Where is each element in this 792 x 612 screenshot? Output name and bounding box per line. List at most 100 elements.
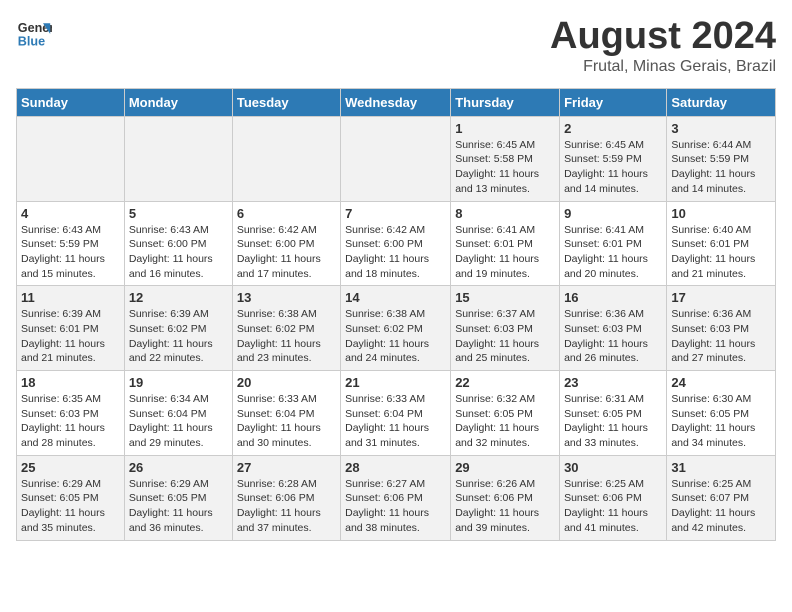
day-cell: 1Sunrise: 6:45 AM Sunset: 5:58 PM Daylig… xyxy=(451,116,560,201)
day-cell: 13 Sunrise: 6:38 AM Sunset: 6:02 PM Dayli… xyxy=(232,286,340,371)
logo: General Blue xyxy=(16,16,52,52)
day-number: 22 xyxy=(455,375,555,390)
day-number: 30 xyxy=(564,460,662,475)
week-row-1: 1Sunrise: 6:45 AM Sunset: 5:58 PM Daylig… xyxy=(17,116,776,201)
day-info: Sunrise: 6:38 AM Sunset: 6:02 PM Dayligh… xyxy=(237,307,336,366)
calendar-subtitle: Frutal, Minas Gerais, Brazil xyxy=(550,58,776,76)
day-info: Sunrise: 6:32 AM Sunset: 6:05 PM Dayligh… xyxy=(455,392,555,451)
day-info: Sunrise: 6:25 AM Sunset: 6:07 PM Dayligh… xyxy=(671,477,771,536)
header-day-monday: Monday xyxy=(124,88,232,116)
week-row-4: 18 Sunrise: 6:35 AM Sunset: 6:03 PM Dayli… xyxy=(17,371,776,456)
day-number: 15 xyxy=(455,290,555,305)
day-number: 6 xyxy=(237,206,336,221)
day-number: 8 xyxy=(455,206,555,221)
day-number: 24 xyxy=(671,375,771,390)
day-info: Sunrise: 6:33 AM Sunset: 6:04 PM Dayligh… xyxy=(237,392,336,451)
day-number: 28 xyxy=(345,460,446,475)
day-cell: 16 Sunrise: 6:36 AM Sunset: 6:03 PM Dayli… xyxy=(560,286,667,371)
day-info: Sunrise: 6:37 AM Sunset: 6:03 PM Dayligh… xyxy=(455,307,555,366)
day-number: 26 xyxy=(129,460,228,475)
logo-icon: General Blue xyxy=(16,16,52,52)
day-cell: 4 Sunrise: 6:43 AM Sunset: 5:59 PM Daylig… xyxy=(17,201,125,286)
day-number: 16 xyxy=(564,290,662,305)
header-day-sunday: Sunday xyxy=(17,88,125,116)
day-cell: 23 Sunrise: 6:31 AM Sunset: 6:05 PM Dayli… xyxy=(560,371,667,456)
day-info: Sunrise: 6:45 AM Sunset: 5:59 PM Dayligh… xyxy=(564,138,662,197)
day-cell: 9 Sunrise: 6:41 AM Sunset: 6:01 PM Daylig… xyxy=(560,201,667,286)
day-number: 9 xyxy=(564,206,662,221)
day-info: Sunrise: 6:30 AM Sunset: 6:05 PM Dayligh… xyxy=(671,392,771,451)
day-info: Sunrise: 6:36 AM Sunset: 6:03 PM Dayligh… xyxy=(671,307,771,366)
day-info: Sunrise: 6:41 AM Sunset: 6:01 PM Dayligh… xyxy=(455,223,555,282)
day-cell: 15 Sunrise: 6:37 AM Sunset: 6:03 PM Dayli… xyxy=(451,286,560,371)
svg-text:Blue: Blue xyxy=(18,35,45,49)
day-number: 10 xyxy=(671,206,771,221)
day-number: 1 xyxy=(455,121,555,136)
header-day-wednesday: Wednesday xyxy=(341,88,451,116)
day-cell: 7Sunrise: 6:42 AM Sunset: 6:00 PM Daylig… xyxy=(341,201,451,286)
day-number: 27 xyxy=(237,460,336,475)
day-cell xyxy=(124,116,232,201)
day-info: Sunrise: 6:29 AM Sunset: 6:05 PM Dayligh… xyxy=(129,477,228,536)
day-cell: 14 Sunrise: 6:38 AM Sunset: 6:02 PM Dayli… xyxy=(341,286,451,371)
day-number: 17 xyxy=(671,290,771,305)
day-number: 7 xyxy=(345,206,446,221)
day-info: Sunrise: 6:34 AM Sunset: 6:04 PM Dayligh… xyxy=(129,392,228,451)
day-info: Sunrise: 6:39 AM Sunset: 6:01 PM Dayligh… xyxy=(21,307,120,366)
day-cell: 19 Sunrise: 6:34 AM Sunset: 6:04 PM Dayli… xyxy=(124,371,232,456)
day-info: Sunrise: 6:28 AM Sunset: 6:06 PM Dayligh… xyxy=(237,477,336,536)
calendar-title: August 2024 xyxy=(550,16,776,58)
day-number: 2 xyxy=(564,121,662,136)
day-cell: 12Sunrise: 6:39 AM Sunset: 6:02 PM Dayli… xyxy=(124,286,232,371)
day-number: 18 xyxy=(21,375,120,390)
day-info: Sunrise: 6:31 AM Sunset: 6:05 PM Dayligh… xyxy=(564,392,662,451)
day-cell: 17 Sunrise: 6:36 AM Sunset: 6:03 PM Dayli… xyxy=(667,286,776,371)
day-info: Sunrise: 6:26 AM Sunset: 6:06 PM Dayligh… xyxy=(455,477,555,536)
day-info: Sunrise: 6:36 AM Sunset: 6:03 PM Dayligh… xyxy=(564,307,662,366)
day-info: Sunrise: 6:43 AM Sunset: 6:00 PM Dayligh… xyxy=(129,223,228,282)
day-cell: 24 Sunrise: 6:30 AM Sunset: 6:05 PM Dayli… xyxy=(667,371,776,456)
day-info: Sunrise: 6:29 AM Sunset: 6:05 PM Dayligh… xyxy=(21,477,120,536)
day-cell: 18 Sunrise: 6:35 AM Sunset: 6:03 PM Dayli… xyxy=(17,371,125,456)
day-cell: 30Sunrise: 6:25 AM Sunset: 6:06 PM Dayli… xyxy=(560,455,667,540)
day-number: 3 xyxy=(671,121,771,136)
week-row-5: 25 Sunrise: 6:29 AM Sunset: 6:05 PM Dayli… xyxy=(17,455,776,540)
day-info: Sunrise: 6:35 AM Sunset: 6:03 PM Dayligh… xyxy=(21,392,120,451)
day-number: 20 xyxy=(237,375,336,390)
day-number: 21 xyxy=(345,375,446,390)
week-row-3: 11 Sunrise: 6:39 AM Sunset: 6:01 PM Dayli… xyxy=(17,286,776,371)
day-info: Sunrise: 6:43 AM Sunset: 5:59 PM Dayligh… xyxy=(21,223,120,282)
day-number: 5 xyxy=(129,206,228,221)
day-number: 13 xyxy=(237,290,336,305)
day-cell: 22 Sunrise: 6:32 AM Sunset: 6:05 PM Dayli… xyxy=(451,371,560,456)
day-number: 14 xyxy=(345,290,446,305)
header-day-tuesday: Tuesday xyxy=(232,88,340,116)
day-cell: 20 Sunrise: 6:33 AM Sunset: 6:04 PM Dayli… xyxy=(232,371,340,456)
day-number: 31 xyxy=(671,460,771,475)
day-number: 4 xyxy=(21,206,120,221)
day-info: Sunrise: 6:41 AM Sunset: 6:01 PM Dayligh… xyxy=(564,223,662,282)
day-cell: 6 Sunrise: 6:42 AM Sunset: 6:00 PM Daylig… xyxy=(232,201,340,286)
day-info: Sunrise: 6:38 AM Sunset: 6:02 PM Dayligh… xyxy=(345,307,446,366)
day-number: 29 xyxy=(455,460,555,475)
day-cell xyxy=(232,116,340,201)
header: General Blue August 2024 Frutal, Minas G… xyxy=(16,16,776,76)
day-cell xyxy=(341,116,451,201)
day-info: Sunrise: 6:40 AM Sunset: 6:01 PM Dayligh… xyxy=(671,223,771,282)
calendar-table: SundayMondayTuesdayWednesdayThursdayFrid… xyxy=(16,88,776,541)
day-cell: 29 Sunrise: 6:26 AM Sunset: 6:06 PM Dayli… xyxy=(451,455,560,540)
day-cell: 2 Sunrise: 6:45 AM Sunset: 5:59 PM Daylig… xyxy=(560,116,667,201)
day-info: Sunrise: 6:33 AM Sunset: 6:04 PM Dayligh… xyxy=(345,392,446,451)
title-section: August 2024 Frutal, Minas Gerais, Brazil xyxy=(550,16,776,76)
day-number: 25 xyxy=(21,460,120,475)
day-number: 19 xyxy=(129,375,228,390)
day-cell: 10 Sunrise: 6:40 AM Sunset: 6:01 PM Dayli… xyxy=(667,201,776,286)
header-day-friday: Friday xyxy=(560,88,667,116)
day-info: Sunrise: 6:42 AM Sunset: 6:00 PM Dayligh… xyxy=(237,223,336,282)
header-day-saturday: Saturday xyxy=(667,88,776,116)
day-number: 11 xyxy=(21,290,120,305)
day-number: 23 xyxy=(564,375,662,390)
day-cell: 11 Sunrise: 6:39 AM Sunset: 6:01 PM Dayli… xyxy=(17,286,125,371)
day-info: Sunrise: 6:44 AM Sunset: 5:59 PM Dayligh… xyxy=(671,138,771,197)
day-cell: 27 Sunrise: 6:28 AM Sunset: 6:06 PM Dayli… xyxy=(232,455,340,540)
